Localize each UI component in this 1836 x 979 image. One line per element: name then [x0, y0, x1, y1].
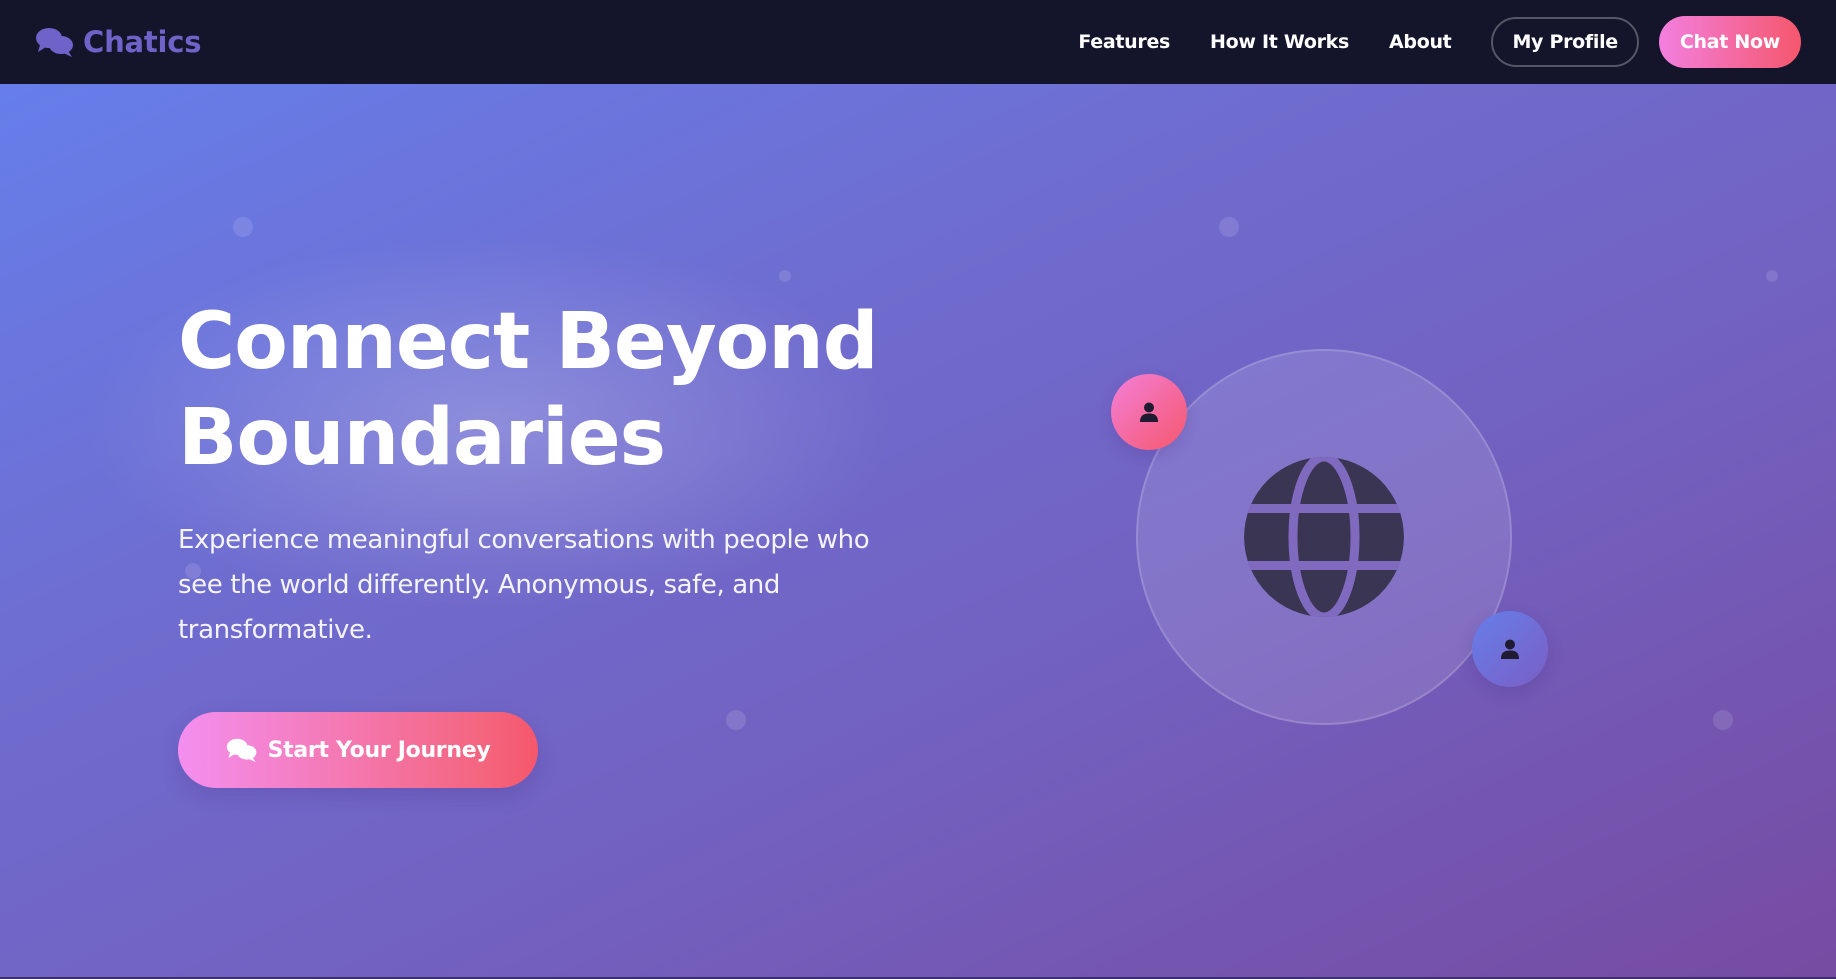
user-icon [1140, 402, 1158, 422]
hero-section: Connect Beyond Boundaries Experience mea… [0, 84, 1836, 979]
comments-icon [35, 26, 75, 58]
decor-dot [1219, 217, 1239, 237]
user-avatar-pink [1111, 374, 1187, 450]
user-icon [1501, 639, 1519, 659]
start-journey-button[interactable]: Start Your Journey [178, 712, 538, 788]
comments-icon [226, 737, 258, 763]
hero-subtitle: Experience meaningful conversations with… [178, 525, 870, 645]
navbar: Chatics Features How It Works About My P… [0, 0, 1836, 84]
nav-link-about[interactable]: About [1389, 31, 1452, 53]
brand-name: Chatics [83, 25, 202, 59]
decor-dot [779, 270, 791, 282]
user-avatar-blue [1472, 611, 1548, 687]
globe-icon [1243, 456, 1405, 618]
decor-dot [1713, 710, 1733, 730]
hero-title: Connect Beyond Boundaries [178, 294, 879, 486]
my-profile-button[interactable]: My Profile [1491, 17, 1639, 67]
globe-circle [1136, 349, 1512, 725]
nav-link-how-it-works[interactable]: How It Works [1210, 31, 1349, 53]
brand-logo[interactable]: Chatics [35, 25, 202, 59]
decor-dot [233, 217, 253, 237]
nav-link-features[interactable]: Features [1078, 31, 1170, 53]
chat-now-button[interactable]: Chat Now [1658, 16, 1801, 68]
hero-title-line-1: Connect Beyond [178, 297, 879, 387]
nav-links: Features How It Works About My Profile C… [1078, 16, 1801, 68]
decor-dot [726, 710, 746, 730]
hero-title-line-2: Boundaries [178, 393, 666, 483]
start-journey-label: Start Your Journey [267, 737, 491, 763]
decor-dot [1766, 270, 1778, 282]
